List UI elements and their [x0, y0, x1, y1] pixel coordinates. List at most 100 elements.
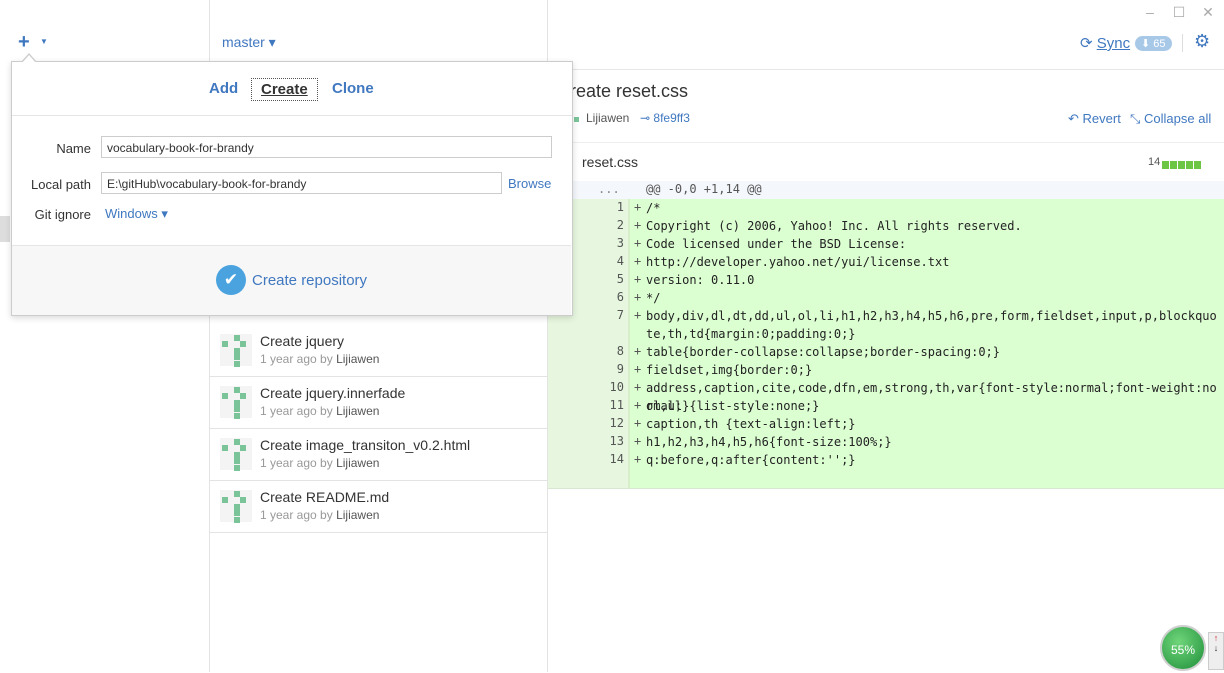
create-repository-button[interactable]: Create repository [252, 272, 367, 289]
commit-icon: ⊸ [640, 111, 651, 125]
popover-divider [12, 115, 572, 116]
checkmark-icon[interactable]: ✔ [216, 265, 246, 295]
commit-meta: 1 year ago by Lijiawen [260, 456, 379, 470]
commit-author: Lijiawen [336, 456, 380, 470]
identicon-pixel [234, 465, 240, 471]
commit-meta: 1 year ago by Lijiawen [260, 352, 379, 366]
revert-label: Revert [1082, 111, 1121, 126]
identicon-avatar [220, 490, 252, 523]
added-marker: + [634, 254, 642, 268]
code-line: ol,ul {list-style:none;} [646, 399, 820, 413]
minimize-button[interactable]: – [1140, 4, 1160, 20]
commit-author: Lijiawen [336, 352, 380, 366]
commit-row[interactable]: Create jquery.innerfade 1 year ago by Lij… [210, 376, 547, 429]
line-number: 9 [616, 362, 624, 376]
author-avatar [574, 117, 579, 122]
code-line: Code licensed under the BSD License: [646, 237, 907, 251]
hunk-header: . ... @@ -0,0 +1,14 @@ [548, 181, 1224, 199]
identicon-pixel [234, 354, 240, 360]
sync-button[interactable]: ⟳ Sync [1080, 34, 1130, 52]
added-marker: + [634, 272, 642, 286]
diffstat-block [1178, 161, 1185, 169]
popover-arrow-fill [22, 55, 36, 63]
commit-message: Create image_transiton_v0.2.html [260, 437, 471, 453]
code-line: fieldset,img{border:0;} [646, 363, 813, 377]
line-number: 13 [609, 434, 624, 448]
added-marker: + [634, 344, 642, 358]
commit-row[interactable]: Create README.md 1 year ago by Lijiawen [210, 480, 547, 533]
commit-message: Create jquery [260, 333, 345, 349]
commit-meta: 1 year ago by Lijiawen [260, 404, 379, 418]
add-repository-icon[interactable]: + [18, 31, 30, 54]
tab-add[interactable]: Add [200, 78, 247, 99]
identicon-avatar [220, 334, 252, 367]
chevron-down-icon[interactable]: ▼ [40, 37, 48, 46]
added-marker: + [634, 200, 642, 214]
code-line: table{border-collapse:collapse;border-sp… [646, 345, 1001, 359]
maximize-button[interactable]: ☐ [1169, 4, 1189, 21]
identicon-pixel [240, 341, 246, 347]
identicon-pixel [234, 361, 240, 367]
diff-view: . ... @@ -0,0 +1,14 @@ 1+/*2+Copyright (… [548, 181, 1224, 489]
identicon-pixel [222, 445, 228, 451]
code-line: q:before,q:after{content:'';} [646, 453, 856, 467]
collapse-label: Collapse all [1144, 111, 1212, 126]
commit-row[interactable]: Create image_transiton_v0.2.html 1 year a… [210, 428, 547, 481]
commit-row[interactable]: Create jquery 1 year ago by Lijiawen [210, 324, 547, 377]
identicon-pixel [234, 413, 240, 419]
diffstat-bar [1162, 157, 1202, 172]
name-field[interactable]: vocabulary-book-for-brandy [101, 136, 552, 158]
tab-clone[interactable]: Clone [323, 78, 383, 99]
file-header[interactable] [548, 142, 1224, 183]
line-number: 12 [609, 416, 624, 430]
added-marker: + [634, 434, 642, 448]
line-number: 11 [609, 398, 624, 412]
gitignore-label: Git ignore [34, 207, 91, 222]
line-number: 8 [616, 344, 624, 358]
identicon-pixel [222, 393, 228, 399]
toolbar-separator [1182, 34, 1183, 52]
identicon-pixel [234, 458, 240, 464]
performance-meter[interactable]: 55% [1160, 625, 1206, 671]
revert-icon: ↶ [1068, 111, 1079, 126]
identicon-pixel [240, 393, 246, 399]
diffstat-block [1194, 161, 1201, 169]
code-line: */ [646, 291, 661, 305]
hunk-right: ... [598, 182, 620, 196]
code-line: http://developer.yahoo.net/yui/license.t… [646, 255, 950, 269]
meter-arrows-icon[interactable]: ↑ ↓ [1208, 632, 1224, 670]
identicon-pixel [222, 497, 228, 503]
commit-time: 1 year ago by [260, 352, 333, 366]
close-button[interactable]: ✕ [1198, 4, 1218, 21]
local-path-label: Local path [31, 177, 91, 192]
identicon-pixel [240, 445, 246, 451]
tab-create[interactable]: Create [251, 78, 318, 101]
branch-selector[interactable]: master ▾ [222, 34, 276, 51]
code-line: h1,h2,h3,h4,h5,h6{font-size:100%;} [646, 435, 892, 449]
sync-icon: ⟳ [1080, 35, 1093, 52]
commit-time: 1 year ago by [260, 456, 333, 470]
code-line: caption,th {text-align:left;} [646, 417, 856, 431]
sidebar-selected-item[interactable] [0, 216, 10, 242]
added-marker: + [634, 398, 642, 412]
commit-sha-link[interactable]: ⊸ 8fe9ff3 [640, 111, 690, 125]
collapse-all-button[interactable]: ⤡ Collapse all [1130, 111, 1211, 127]
code-line: /* [646, 201, 661, 215]
file-name: reset.css [582, 154, 639, 170]
local-path-field[interactable]: E:\gitHub\vocabulary-book-for-brandy [101, 172, 502, 194]
added-marker: + [634, 218, 642, 232]
additions-count: 14 [1148, 156, 1161, 168]
added-marker: + [634, 416, 642, 430]
line-number: 10 [609, 380, 624, 394]
commit-meta: 1 year ago by Lijiawen [260, 508, 379, 522]
identicon-pixel [240, 497, 246, 503]
revert-button[interactable]: ↶ Revert [1068, 111, 1121, 127]
gitignore-dropdown[interactable]: Windows ▾ [105, 206, 168, 222]
code-line: version: 0.11.0 [646, 273, 755, 287]
added-marker: + [634, 236, 642, 250]
browse-button[interactable]: Browse [508, 176, 551, 191]
gear-icon[interactable]: ⚙ [1194, 31, 1210, 52]
sync-label: Sync [1096, 35, 1131, 52]
code-line: body,div,dl,dt,dd,ul,ol,li,h1,h2,h3,h4,h… [646, 309, 1217, 341]
hunk-range: @@ -0,0 +1,14 @@ [646, 182, 762, 196]
